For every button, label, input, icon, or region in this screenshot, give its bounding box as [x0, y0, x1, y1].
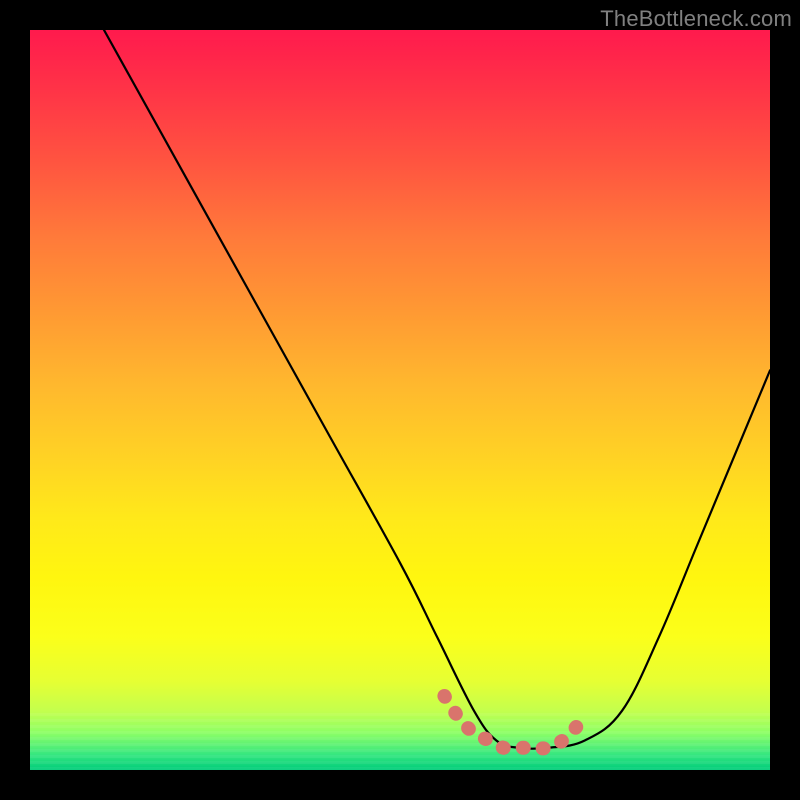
plot-area — [30, 30, 770, 770]
bottleneck-curve — [104, 30, 770, 749]
watermark-text: TheBottleneck.com — [600, 6, 792, 32]
chart-svg — [30, 30, 770, 770]
chart-frame: TheBottleneck.com — [0, 0, 800, 800]
optimal-range-dots — [444, 696, 577, 748]
gradient-band-texture — [30, 710, 770, 770]
